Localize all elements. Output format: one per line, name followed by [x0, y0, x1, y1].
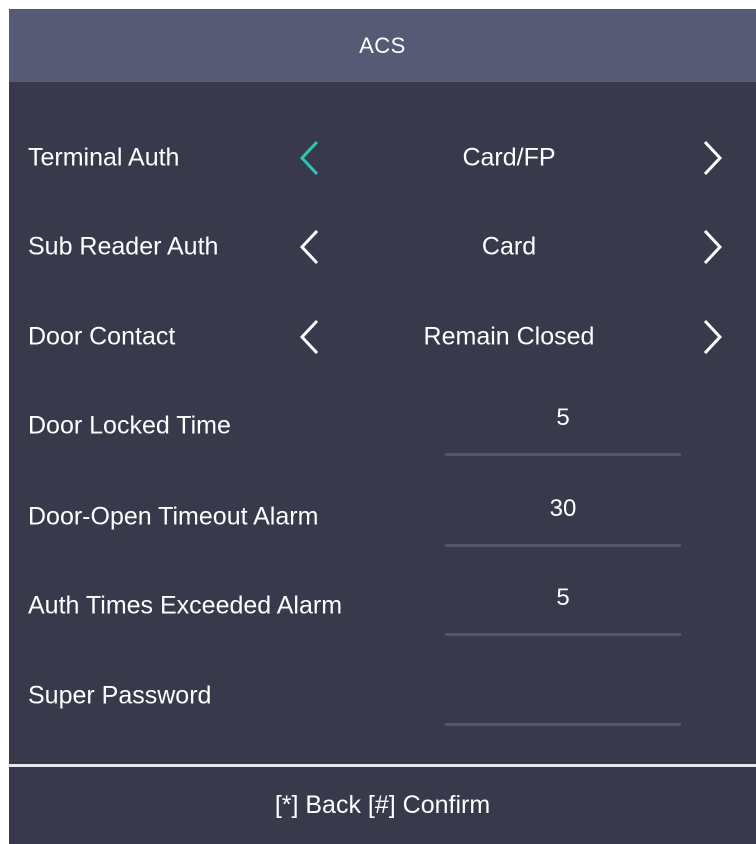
chevron-left-icon[interactable] — [295, 138, 325, 178]
terminal-auth-value: Card/FP — [462, 143, 556, 172]
auth-times-exceeded-alarm-value: 5 — [556, 584, 570, 611]
door-locked-time-value: 5 — [556, 404, 570, 431]
sub-reader-auth-value: Card — [481, 232, 537, 261]
door-locked-time-row: Door Locked Time 5 — [9, 396, 756, 456]
door-locked-time-field[interactable]: 5 — [445, 396, 681, 456]
terminal-auth-label: Terminal Auth — [28, 143, 180, 172]
chevron-right-icon[interactable] — [697, 227, 727, 267]
door-contact-row[interactable]: Door Contact Remain Closed — [9, 307, 756, 367]
chevron-right-icon[interactable] — [697, 138, 727, 178]
door-locked-time-label: Door Locked Time — [28, 411, 231, 440]
auth-times-exceeded-alarm-label: Auth Times Exceeded Alarm — [28, 591, 343, 620]
sub-reader-auth-label: Sub Reader Auth — [28, 232, 219, 261]
footer-hint: [*] Back [#] Confirm — [274, 791, 491, 819]
auth-times-exceeded-alarm-field[interactable]: 5 — [445, 576, 681, 636]
footer-bar: [*] Back [#] Confirm — [9, 764, 756, 844]
super-password-field[interactable] — [445, 666, 681, 726]
door-open-timeout-alarm-label: Door-Open Timeout Alarm — [28, 502, 319, 531]
auth-times-exceeded-alarm-row: Auth Times Exceeded Alarm 5 — [9, 576, 756, 636]
chevron-left-icon[interactable] — [295, 317, 325, 357]
door-contact-label: Door Contact — [28, 322, 176, 351]
super-password-row: Super Password — [9, 666, 756, 726]
chevron-left-icon[interactable] — [295, 227, 325, 267]
door-open-timeout-alarm-row: Door-Open Timeout Alarm 30 — [9, 487, 756, 547]
header-bar: ACS — [9, 9, 756, 82]
terminal-auth-row[interactable]: Terminal Auth Card/FP — [9, 128, 756, 188]
super-password-label: Super Password — [28, 681, 212, 710]
chevron-right-icon[interactable] — [697, 317, 727, 357]
sub-reader-auth-row[interactable]: Sub Reader Auth Card — [9, 217, 756, 277]
acs-screen: ACS Terminal Auth Card/FP Sub Reader Aut… — [9, 9, 756, 844]
door-open-timeout-alarm-field[interactable]: 30 — [445, 487, 681, 547]
door-open-timeout-alarm-value: 30 — [549, 495, 577, 522]
door-contact-value: Remain Closed — [423, 322, 595, 351]
page-title: ACS — [359, 32, 406, 58]
